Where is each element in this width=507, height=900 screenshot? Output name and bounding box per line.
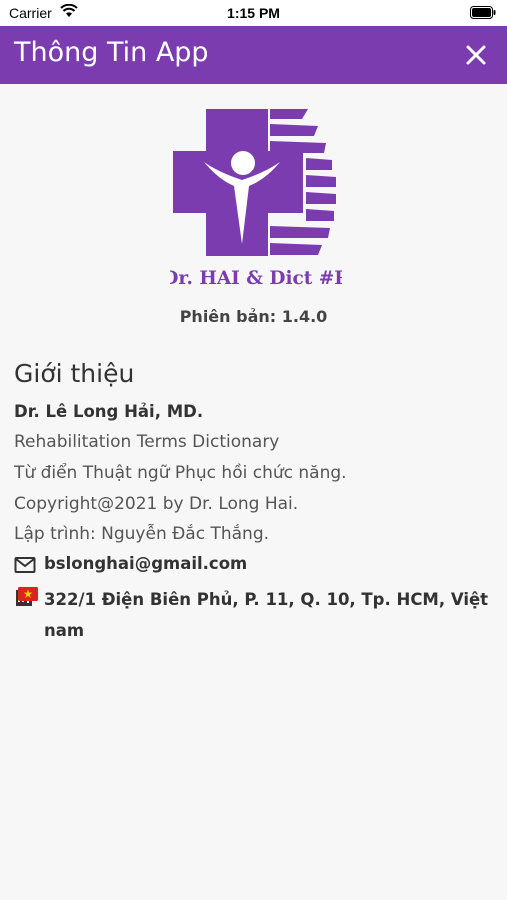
copyright-text: Copyright@2021 by Dr. Long Hai.	[14, 494, 299, 514]
page-title: Thông Tin App	[14, 37, 209, 68]
close-icon	[466, 45, 486, 65]
developer-credit: Lập trình: Nguyễn Đắc Thắng.	[14, 524, 270, 544]
app-name-vi: Từ điển Thuật ngữ Phục hồi chức năng.	[14, 463, 347, 483]
version-label: Phiên bản: 1.4.0	[179, 307, 328, 326]
author-name: Dr. Lê Long Hải, MD.	[14, 402, 204, 421]
address-text: 322/1 Điện Biên Phủ, P. 11, Q. 10, Tp. H…	[44, 590, 489, 640]
close-button[interactable]	[463, 42, 489, 68]
mail-icon	[14, 557, 36, 573]
status-bar: Carrier 1:15 PM	[0, 0, 507, 26]
logo-caption: Dr. HAI & Dict #R	[170, 268, 342, 288]
status-time: 1:15 PM	[227, 5, 280, 21]
app-name-en: Rehabilitation Terms Dictionary	[14, 432, 280, 452]
address-row: 322/1 Điện Biên Phủ, P. 11, Q. 10, Tp. H…	[14, 584, 494, 646]
app-logo: Dr. HAI & Dict #R	[170, 109, 342, 288]
vietnam-flag-icon	[18, 587, 38, 601]
battery-icon	[470, 6, 496, 19]
app-bar: Thông Tin App	[0, 26, 507, 84]
intro-heading: Giới thiệu	[14, 359, 135, 388]
email-link[interactable]: bslonghai@gmail.com	[44, 554, 247, 573]
